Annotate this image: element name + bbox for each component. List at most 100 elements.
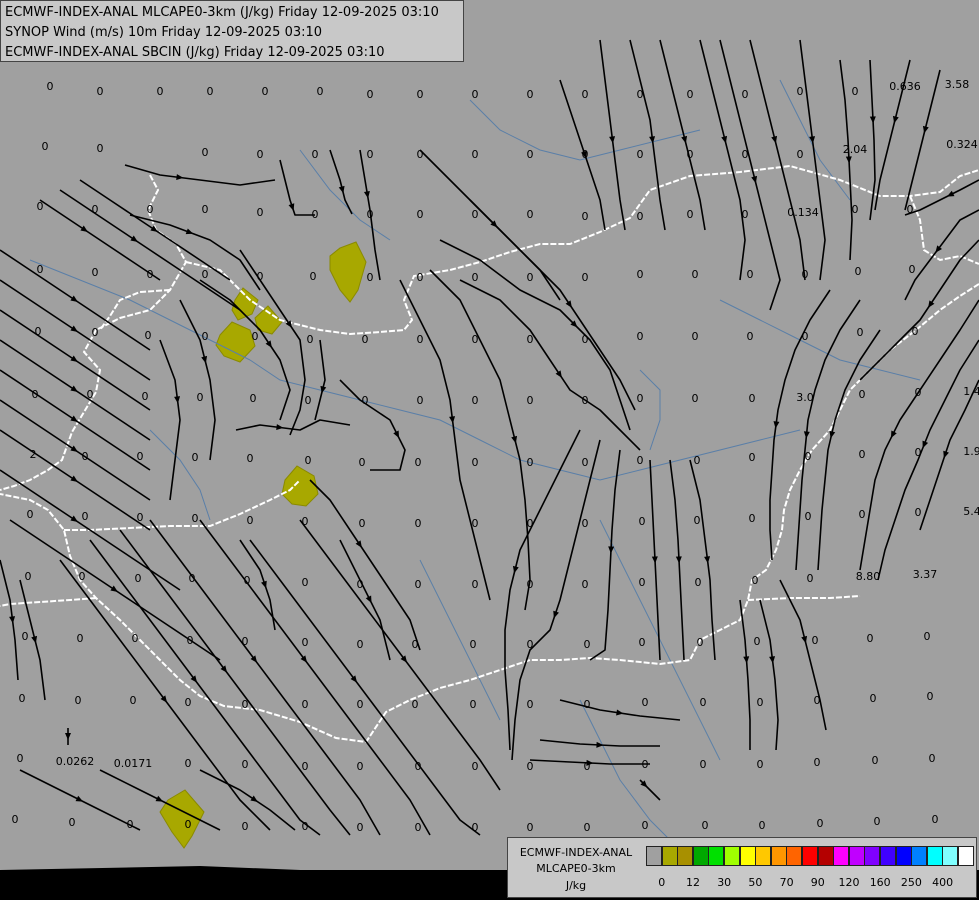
station-value: 0	[82, 450, 89, 463]
station-value: 0	[417, 88, 424, 101]
station-value: 0	[367, 208, 374, 221]
station-value: 0.0262	[56, 755, 95, 768]
legend-swatch	[926, 846, 943, 866]
station-value: 0	[472, 456, 479, 469]
station-value: 0	[147, 203, 154, 216]
station-value: 0	[359, 456, 366, 469]
legend-tick: 30	[717, 876, 732, 889]
station-value: 0	[302, 820, 309, 833]
station-value: 0	[642, 819, 649, 832]
station-value: 0	[415, 578, 422, 591]
station-value: 0	[700, 758, 707, 771]
station-value: 0	[749, 512, 756, 525]
station-value: 0	[357, 760, 364, 773]
station-value: 0	[79, 570, 86, 583]
station-value: 0	[242, 820, 249, 833]
station-value: 0	[12, 813, 19, 826]
station-value: 0.324	[946, 138, 978, 151]
station-value: 0	[747, 330, 754, 343]
station-value: 0	[909, 263, 916, 276]
station-value: 0	[749, 392, 756, 405]
station-value: 0	[472, 760, 479, 773]
station-value: 0	[247, 514, 254, 527]
station-value: 0	[37, 263, 44, 276]
station-value: 0	[859, 388, 866, 401]
station-value: 3.58	[945, 78, 970, 91]
station-value: 0	[915, 446, 922, 459]
station-value: 0	[687, 148, 694, 161]
station-value: 0	[417, 148, 424, 161]
station-value: 0	[412, 638, 419, 651]
station-value: 0	[92, 266, 99, 279]
legend-swatch	[864, 846, 881, 866]
station-value: 0	[582, 394, 589, 407]
station-value: 0	[870, 692, 877, 705]
station-value: 0	[814, 694, 821, 707]
station-value: 0	[257, 270, 264, 283]
station-value: 0	[145, 329, 152, 342]
station-value: 0	[262, 85, 269, 98]
station-value: 0	[242, 635, 249, 648]
station-value: 0	[302, 698, 309, 711]
station-value: 0	[305, 394, 312, 407]
legend-swatch	[958, 846, 974, 866]
station-value: 0	[92, 326, 99, 339]
station-value: 0	[417, 271, 424, 284]
station-value: 0	[97, 142, 104, 155]
station-value: 0	[527, 578, 534, 591]
station-value: 0	[142, 390, 149, 403]
station-value: 0	[802, 268, 809, 281]
station-value: 0	[797, 148, 804, 161]
station-value: 0	[37, 200, 44, 213]
station-value: 0	[470, 698, 477, 711]
station-value: 0	[855, 265, 862, 278]
station-value: 0	[742, 208, 749, 221]
station-value: 0	[25, 570, 32, 583]
station-value: 0	[202, 330, 209, 343]
station-value: 0	[639, 515, 646, 528]
station-value: 0	[97, 85, 104, 98]
station-value: 0	[367, 148, 374, 161]
station-value: 0	[202, 146, 209, 159]
station-value: 0	[247, 452, 254, 465]
station-value: 0	[192, 451, 199, 464]
legend-swatch	[755, 846, 772, 866]
station-value: 0	[527, 148, 534, 161]
station-value: 0	[857, 326, 864, 339]
station-value: 0	[207, 85, 214, 98]
station-value: 0	[817, 817, 824, 830]
station-value: 0	[805, 510, 812, 523]
legend-tick: 70	[779, 876, 794, 889]
legend-swatch	[833, 846, 850, 866]
station-value: 0	[19, 692, 26, 705]
station-value: 0	[582, 578, 589, 591]
station-value: 0	[472, 148, 479, 161]
station-value: 0	[359, 517, 366, 530]
station-value: 0	[185, 696, 192, 709]
station-value: 0	[307, 333, 314, 346]
station-value: 0	[47, 80, 54, 93]
station-value: 0	[412, 698, 419, 711]
station-value: 0	[932, 813, 939, 826]
station-value: 1.9	[963, 445, 979, 458]
station-value: 0	[127, 818, 134, 831]
station-value: 0.134	[787, 206, 819, 219]
station-value: 0	[189, 572, 196, 585]
station-value: 0	[642, 696, 649, 709]
station-value: 0	[310, 270, 317, 283]
station-value: 0	[357, 698, 364, 711]
title-box: ECMWF-INDEX-ANAL MLCAPE0-3km (J/kg) Frid…	[0, 0, 464, 62]
station-value: 0	[692, 392, 699, 405]
station-value: 0	[929, 752, 936, 765]
station-value: 0	[912, 325, 919, 338]
legend-swatch	[724, 846, 740, 866]
station-value: 0	[584, 760, 591, 773]
station-value: 0	[472, 517, 479, 530]
station-value: 0	[357, 638, 364, 651]
station-value: 0	[187, 634, 194, 647]
station-value: 0	[415, 821, 422, 834]
station-value: 0	[582, 333, 589, 346]
station-value: 0	[32, 388, 39, 401]
station-value: 0	[757, 758, 764, 771]
legend-tick: 90	[810, 876, 825, 889]
